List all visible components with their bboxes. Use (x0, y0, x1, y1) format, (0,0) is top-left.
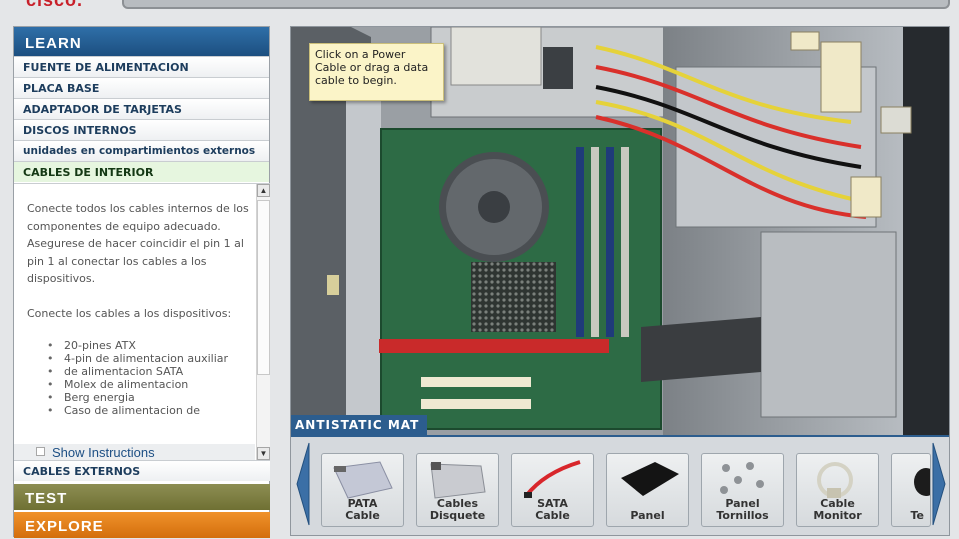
test-header[interactable]: TEST (14, 484, 270, 510)
sata-cable-icon (524, 460, 581, 498)
nav-item-external-bay-drives[interactable]: unidades en compartimientos externos (14, 140, 269, 161)
nav-item-external-cables[interactable]: CABLES EXTERNOS (14, 460, 270, 481)
tray-item-label: Panel Tornillos (716, 497, 769, 522)
partial-item-icon (914, 468, 930, 496)
top-bar (122, 0, 950, 9)
list-item: 20-pines ATX (47, 339, 257, 352)
tray-item-partial[interactable]: Te (891, 453, 931, 527)
nav-item-internal-drives[interactable]: DISCOS INTERNOS (14, 119, 269, 140)
tray-item-pata-cable[interactable]: PATA Cable (321, 453, 404, 527)
description-panel: Conecte todos los cables internos de los… (14, 183, 270, 461)
tray-item-label: PATA Cable (345, 497, 380, 522)
panel-icon (621, 462, 679, 496)
show-instructions-checkbox[interactable] (36, 447, 45, 456)
list-item: de alimentacion SATA (47, 365, 257, 378)
tray-item-label: Cable Monitor (813, 497, 862, 522)
instruction-tooltip: Click on a Power Cable or drag a data ca… (309, 43, 444, 101)
nav-item-adapter-cards[interactable]: ADAPTADOR DE TARJETAS (14, 98, 269, 119)
tray-item-floppy-cable[interactable]: Cables Disquete (416, 453, 499, 527)
tray-item-panel[interactable]: Panel (606, 453, 689, 527)
scroll-left-icon[interactable] (295, 441, 311, 527)
screws-icon (720, 462, 764, 494)
tray-item-label: Cables Disquete (429, 497, 486, 522)
description-paragraph: Conecte los cables a los dispositivos: (27, 306, 232, 320)
scroll-up-icon[interactable]: ▲ (257, 184, 270, 197)
tray-item-sata-cable[interactable]: SATA Cable (511, 453, 594, 527)
description-scrollbar[interactable]: ▲ ▼ (256, 184, 270, 461)
floppy-cable-icon (430, 462, 486, 499)
nav-item-motherboard[interactable]: PLACA BASE (14, 77, 269, 98)
antistatic-mat-label: ANTISTATIC MAT (291, 415, 428, 435)
list-item: Berg energia (47, 391, 257, 404)
cable-list: 20-pines ATX 4-pin de alimentacion auxil… (27, 339, 257, 417)
tray-item-label: Panel (630, 509, 665, 522)
tray-item-label: Te (910, 509, 924, 522)
monitor-cable-icon (817, 462, 853, 498)
workspace: Click on a Power Cable or drag a data ca… (290, 26, 950, 536)
nav-item-internal-cables[interactable]: CABLES DE INTERIOR (14, 161, 269, 182)
description-paragraph: Conecte todos los cables internos de los… (27, 202, 249, 285)
tray-item-monitor-cable[interactable]: Cable Monitor (796, 453, 879, 527)
scroll-down-icon[interactable]: ▼ (257, 447, 270, 460)
list-item: Caso de alimentacion de (47, 404, 257, 417)
tray-item-label: SATA Cable (535, 497, 570, 522)
left-panel: LEARN FUENTE DE ALIMENTACION PLACA BASE … (13, 26, 270, 538)
nav-item-power-supply[interactable]: FUENTE DE ALIMENTACION (14, 56, 269, 77)
description-text: Conecte todos los cables internos de los… (27, 200, 257, 417)
cisco-logo: cisco. (26, 0, 84, 10)
scroll-thumb[interactable] (257, 200, 270, 375)
pata-cable-icon (333, 461, 393, 499)
show-instructions-label: Show Instructions (52, 445, 155, 460)
list-item: Molex de alimentacion (47, 378, 257, 391)
tray-item-panel-screws[interactable]: Panel Tornillos (701, 453, 784, 527)
list-item: 4-pin de alimentacion auxiliar (47, 352, 257, 365)
explore-header[interactable]: EXPLORE (14, 512, 270, 538)
antistatic-mat-tray: PATA Cable Cables Disquete SATA Cable Pa… (291, 435, 949, 535)
learn-header[interactable]: LEARN (14, 27, 269, 56)
scroll-right-icon[interactable] (931, 441, 947, 527)
